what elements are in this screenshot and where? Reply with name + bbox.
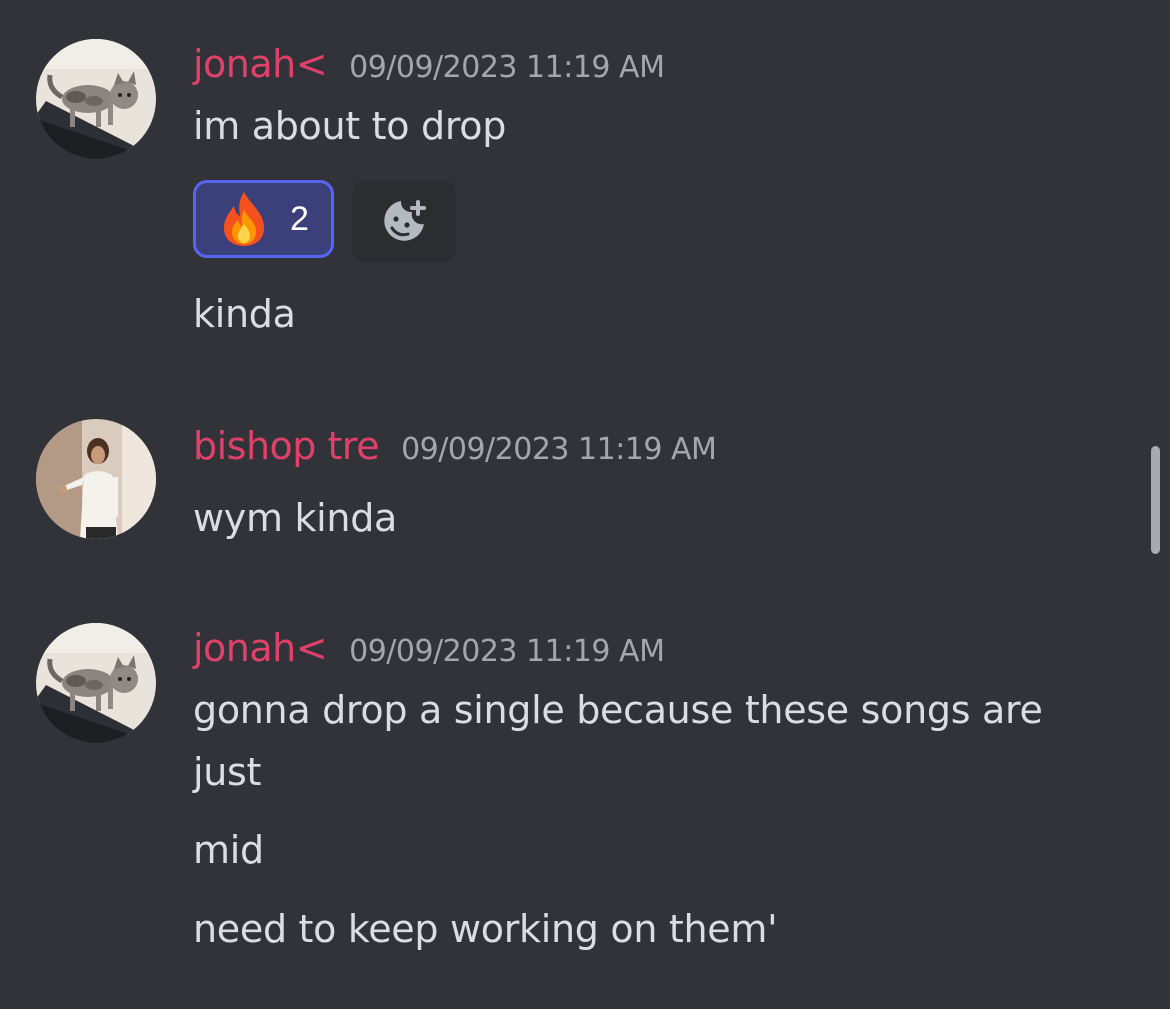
message-text: mid <box>193 828 264 872</box>
timestamp: 09/09/2023 11:19 AM <box>349 50 665 85</box>
reaction-fire[interactable]: 2 <box>193 180 334 258</box>
chat-message-list: jonah< 09/09/2023 11:19 AM im about to d… <box>0 0 1170 1009</box>
reaction-count: 2 <box>290 199 309 238</box>
person-avatar-image <box>36 419 156 539</box>
cat-avatar-image <box>36 39 156 159</box>
fire-emoji-icon <box>224 192 264 246</box>
add-reaction-button[interactable] <box>352 180 456 262</box>
avatar-jonah[interactable] <box>36 39 156 159</box>
timestamp: 09/09/2023 11:19 AM <box>349 634 665 669</box>
message-header: jonah< 09/09/2023 11:19 AM <box>193 626 665 670</box>
username[interactable]: jonah< <box>193 42 328 86</box>
message-text: im about to drop <box>193 104 507 148</box>
message-text: gonna drop a single because these songs … <box>193 688 1043 732</box>
message-header: jonah< 09/09/2023 11:19 AM <box>193 42 665 86</box>
avatar-jonah[interactable] <box>36 623 156 743</box>
message-header: bishop tre 09/09/2023 11:19 AM <box>193 424 717 468</box>
username[interactable]: jonah< <box>193 626 328 670</box>
add-reaction-icon <box>384 200 426 241</box>
message-text: kinda <box>193 292 296 336</box>
message-text: just <box>193 750 262 794</box>
scrollbar-thumb[interactable] <box>1151 446 1160 554</box>
message-text: wym kinda <box>193 496 398 540</box>
username[interactable]: bishop tre <box>193 424 380 468</box>
message-text: need to keep working on them' <box>193 907 778 951</box>
cat-avatar-image <box>36 623 156 743</box>
avatar-bishop-tre[interactable] <box>36 419 156 539</box>
timestamp: 09/09/2023 11:19 AM <box>401 432 717 467</box>
